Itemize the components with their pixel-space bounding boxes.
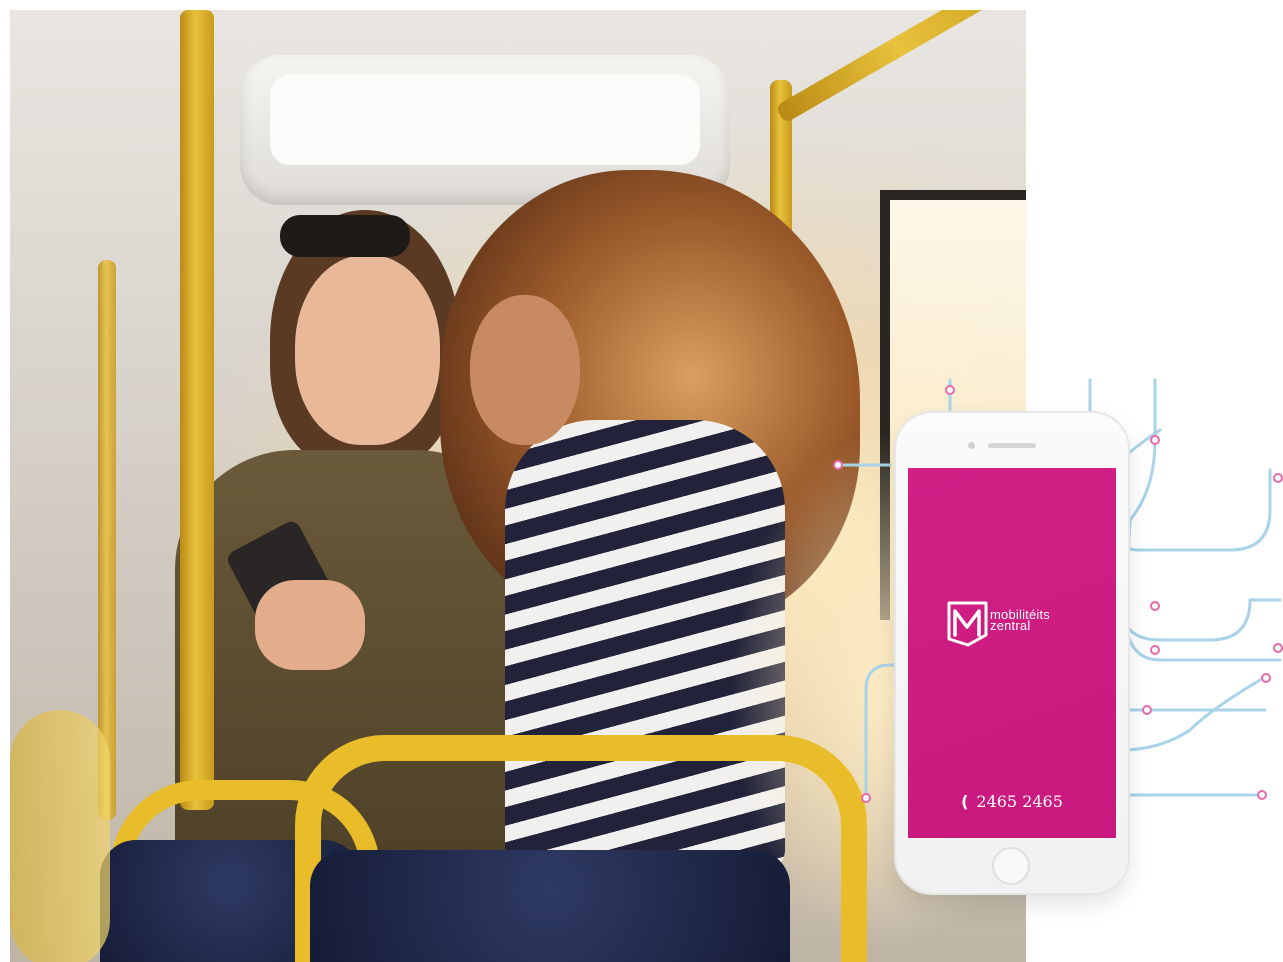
phone-icon: ( [961, 792, 969, 811]
station-node [861, 793, 871, 803]
mobiliteits-zentral-logo: mobilitéits zentral [946, 599, 1086, 649]
grab-pole [180, 10, 214, 810]
hotline-number: 2465 2465 [976, 792, 1063, 811]
station-node [1273, 643, 1283, 653]
passenger-one-face [295, 255, 440, 445]
sunglasses [280, 215, 410, 257]
passenger-two-face [470, 295, 580, 445]
app-splash-screen: mobilitéits zentral (2465 2465 [908, 468, 1116, 838]
station-node [945, 385, 955, 395]
foreground-seat-blur [10, 710, 110, 962]
station-node [1150, 435, 1160, 445]
logo-wordmark: mobilitéits zentral [990, 608, 1050, 632]
home-button [992, 847, 1030, 885]
station-node [1150, 601, 1160, 611]
front-camera [968, 442, 975, 449]
station-node [833, 460, 843, 470]
station-node [1150, 645, 1160, 655]
grab-rail [775, 10, 1026, 124]
earpiece-speaker [988, 443, 1036, 448]
smartphone-mockup: mobilitéits zentral (2465 2465 [896, 413, 1128, 893]
promo-banner: mobilitéits zentral (2465 2465 [0, 0, 1283, 962]
bus-seat [310, 850, 790, 962]
station-node [1142, 705, 1152, 715]
hand [255, 580, 365, 670]
hotline: (2465 2465 [908, 792, 1116, 811]
m-logo-icon [947, 601, 988, 647]
station-node [1261, 673, 1271, 683]
station-node [1273, 473, 1283, 483]
station-node [1257, 790, 1267, 800]
